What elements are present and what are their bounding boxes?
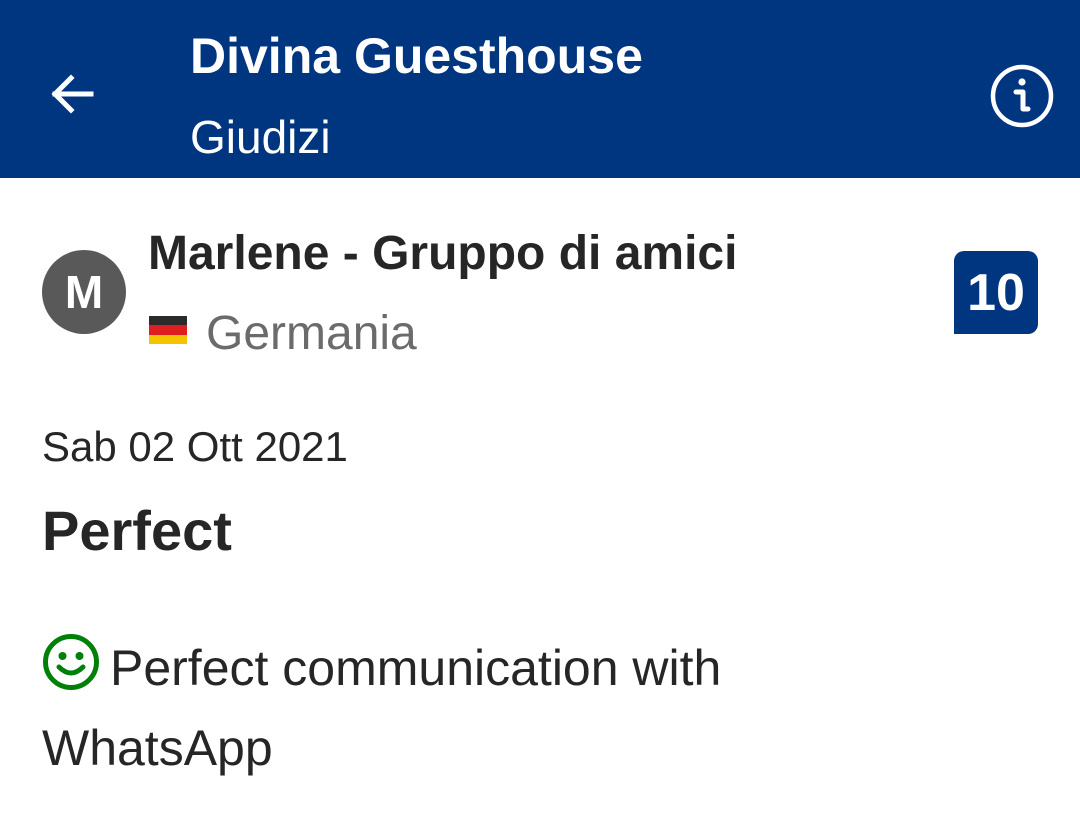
review-title: Perfect [42,499,232,562]
info-circle-icon [990,64,1054,128]
positive-comment: Perfect communication with WhatsApp [42,628,942,788]
reviewer-country: Germania [206,307,417,360]
app-header: Divina Guesthouse Giudizi [0,0,1080,178]
info-button[interactable] [980,58,1064,134]
smiley-face-icon [43,634,99,690]
positive-comment-text: Perfect communication with WhatsApp [42,640,722,776]
reviewer-name: Marlene - Gruppo di amici [148,227,738,280]
page-title: Divina Guesthouse [190,28,643,84]
avatar: M [42,250,126,334]
back-button[interactable] [30,52,114,136]
page-subtitle: Giudizi [190,111,331,163]
review-date: Sab 02 Ott 2021 [42,423,348,470]
score-badge: 10 [954,251,1038,334]
arrow-left-icon [51,74,94,114]
germany-flag-icon [149,316,187,344]
